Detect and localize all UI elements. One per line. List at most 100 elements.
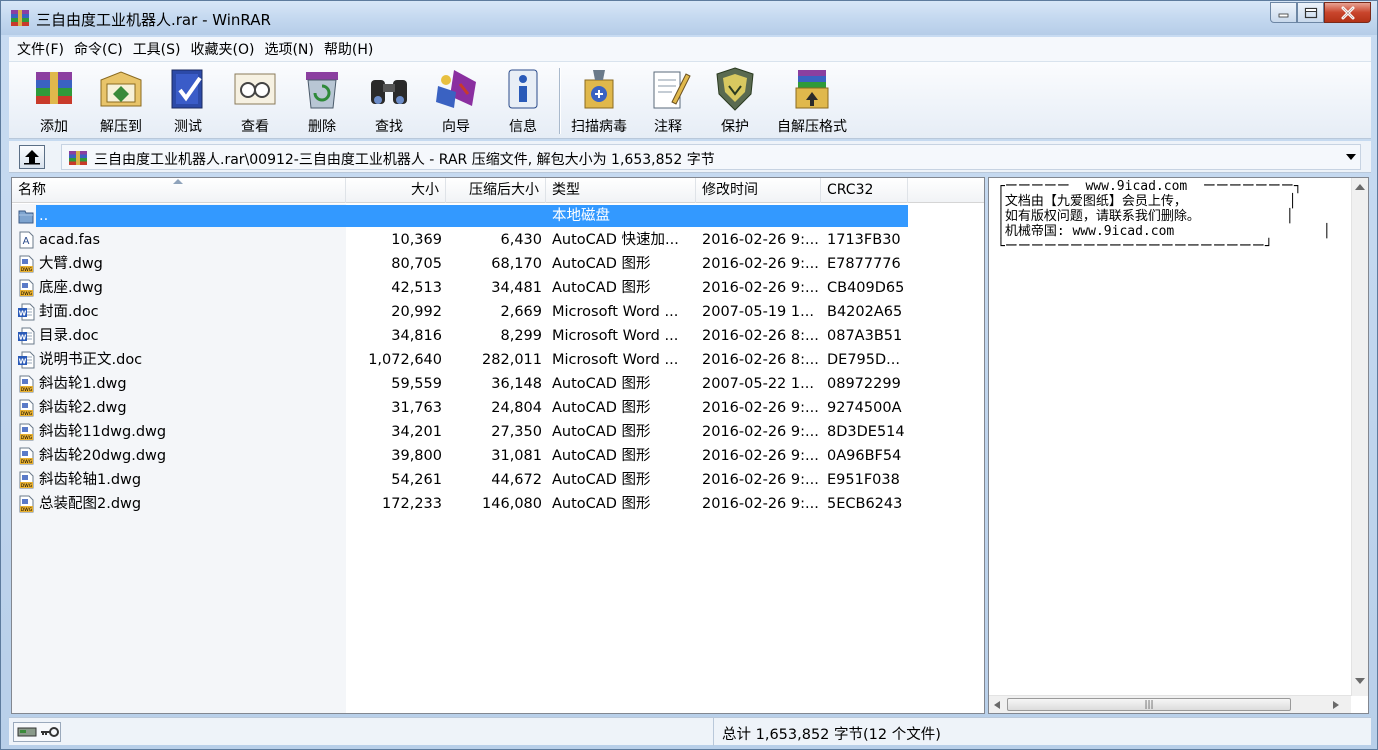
extract-to-button[interactable]: 解压到 — [88, 66, 154, 136]
file-crc: 0A96BF54 — [827, 448, 902, 464]
dwg-file-icon: DWG — [17, 279, 35, 297]
test-button[interactable]: 测试 — [155, 66, 221, 136]
file-row[interactable]: DWG 斜齿轮20dwg.dwg 39,800 31,081 AutoCAD 图形 201… — [12, 444, 984, 468]
winrar-app-icon[interactable] — [10, 9, 30, 27]
file-packed-size — [446, 206, 542, 226]
minimize-icon — [1278, 13, 1288, 17]
file-packed-size: 34,481 — [491, 280, 542, 296]
menu-file[interactable]: 文件(F) — [15, 39, 72, 59]
info-button[interactable]: 信息 — [490, 66, 556, 136]
file-type: AutoCAD 图形 — [552, 448, 651, 464]
comment-line: │文档由【九爱图纸】会员上传， │ — [997, 194, 1297, 209]
doc-file-icon: W — [17, 303, 35, 321]
scroll-down-icon[interactable] — [1355, 678, 1365, 684]
svg-text:DWG: DWG — [21, 411, 33, 417]
find-icon — [371, 80, 407, 104]
path-dropdown-icon[interactable] — [1346, 154, 1356, 160]
col-type[interactable]: 类型 — [546, 178, 696, 203]
file-size: 42,513 — [391, 280, 442, 296]
file-name: 斜齿轮20dwg.dwg — [39, 448, 167, 464]
virus-scan-icon — [584, 70, 614, 109]
path-field[interactable]: 三自由度工业机器人.rar\00912-三自由度工业机器人 - RAR 压缩文件… — [61, 144, 1361, 170]
menu-favorites[interactable]: 收藏夹(O) — [189, 39, 263, 59]
file-row[interactable]: W 说明书正文.doc 1,072,640 282,011 Microsoft Word… — [12, 348, 984, 372]
file-type: AutoCAD 快速加... — [552, 232, 679, 248]
col-packed[interactable]: 压缩后大小 — [446, 178, 546, 203]
file-type: AutoCAD 图形 — [552, 256, 651, 272]
wizard-button[interactable]: 向导 — [423, 66, 489, 136]
file-modified: 2007-05-22 1... — [702, 376, 814, 392]
file-size: 80,705 — [391, 256, 442, 272]
file-crc — [827, 206, 907, 226]
file-row[interactable]: DWG 斜齿轮2.dwg 31,763 24,804 AutoCAD 图形 2016-02… — [12, 396, 984, 420]
file-row[interactable]: DWG 斜齿轮11dwg.dwg 34,201 27,350 AutoCAD 图形 201… — [12, 420, 984, 444]
col-modified[interactable]: 修改时间 — [696, 178, 821, 203]
status-summary: 总计 1,653,852 字节(12 个文件) — [722, 727, 941, 743]
menu-options[interactable]: 选项(N) — [262, 39, 321, 59]
file-name: 斜齿轮1.dwg — [39, 376, 127, 392]
comment-line: ┌ーーーーー www.9icad.com ーーーーーーー┐ — [997, 179, 1302, 194]
file-row[interactable]: DWG 总装配图2.dwg 172,233 146,080 AutoCAD 图形 2016… — [12, 492, 984, 516]
file-size: 20,992 — [391, 304, 442, 320]
file-name: 总装配图2.dwg — [39, 496, 142, 512]
svg-text:DWG: DWG — [21, 507, 33, 513]
svg-text:W: W — [19, 334, 27, 342]
file-size: 10,369 — [391, 232, 442, 248]
sort-ascending-icon — [173, 179, 183, 184]
add-archive-icon — [36, 72, 72, 104]
file-row[interactable]: DWG 斜齿轮1.dwg 59,559 36,148 AutoCAD 图形 2007-05… — [12, 372, 984, 396]
virus-scan-label: 扫描病毒 — [571, 119, 627, 135]
file-name: 斜齿轮2.dwg — [39, 400, 127, 416]
vertical-scrollbar[interactable] — [1351, 178, 1368, 696]
view-button[interactable]: 查看 — [222, 66, 288, 136]
file-type: Microsoft Word ... — [552, 352, 679, 368]
file-row[interactable]: Aacad.fas 10,369 6,430 AutoCAD 快速加... 2016-0… — [12, 228, 984, 252]
view-icon — [234, 73, 276, 105]
file-row[interactable]: DWG 斜齿轮轴1.dwg 54,261 44,672 AutoCAD 图形 2016-0… — [12, 468, 984, 492]
minimize-button[interactable] — [1270, 2, 1297, 23]
file-modified: 2016-02-26 9:... — [702, 280, 819, 296]
col-crc[interactable]: CRC32 — [821, 178, 908, 203]
svg-text:W: W — [19, 358, 27, 366]
window-controls — [1270, 2, 1371, 23]
file-row[interactable]: DWG 底座.dwg 42,513 34,481 AutoCAD 图形 2016-02-2… — [12, 276, 984, 300]
file-modified: 2016-02-26 9:... — [702, 256, 819, 272]
title-bar[interactable]: 三自由度工业机器人.rar - WinRAR — [1, 1, 1377, 35]
file-row[interactable]: DWG 大臂.dwg 80,705 68,170 AutoCAD 图形 2016-02-2… — [12, 252, 984, 276]
menu-tools[interactable]: 工具(S) — [131, 39, 189, 59]
scroll-thumb[interactable]: ||| — [1007, 698, 1291, 711]
menu-help[interactable]: 帮助(H) — [322, 39, 381, 59]
file-name: .. — [39, 208, 49, 224]
comment-line: │如有版权问题，请联系我们删除。 │ — [997, 209, 1294, 224]
file-size: 54,261 — [391, 472, 442, 488]
comment-panel[interactable]: ┌ーーーーー www.9icad.com ーーーーーーー┐ │文档由【九爱图纸】会… — [988, 177, 1369, 714]
scroll-up-icon[interactable] — [1355, 184, 1365, 190]
comment-button[interactable]: 注释 — [635, 66, 701, 136]
file-modified: 2016-02-26 9:... — [702, 232, 819, 248]
add-button[interactable]: 添加 — [21, 66, 87, 136]
col-size[interactable]: 大小 — [346, 178, 446, 203]
file-size: 59,559 — [391, 376, 442, 392]
file-row[interactable]: W 目录.doc 34,816 8,299 Microsoft Word ... 2016… — [12, 324, 984, 348]
up-folder-button[interactable] — [19, 145, 45, 169]
menu-commands[interactable]: 命令(C) — [72, 39, 131, 59]
sfx-button[interactable]: 自解压格式 — [772, 66, 852, 136]
file-size — [346, 206, 442, 226]
file-packed-size: 146,080 — [482, 496, 542, 512]
virus-scan-button[interactable]: 扫描病毒 — [566, 66, 632, 136]
file-type: AutoCAD 图形 — [552, 376, 651, 392]
close-button[interactable] — [1324, 2, 1371, 23]
maximize-icon — [1304, 7, 1317, 18]
status-icons[interactable] — [13, 722, 61, 742]
horizontal-scrollbar[interactable]: ||| — [989, 695, 1351, 713]
delete-button[interactable]: 删除 — [289, 66, 355, 136]
scroll-right-icon[interactable] — [1333, 701, 1339, 709]
scroll-left-icon[interactable] — [994, 701, 1000, 709]
file-crc: 1713FB30 — [827, 232, 901, 248]
test-label: 测试 — [174, 119, 202, 135]
file-row[interactable]: .. 本地磁盘 — [12, 204, 984, 228]
find-button[interactable]: 查找 — [356, 66, 422, 136]
maximize-button[interactable] — [1297, 2, 1324, 23]
protect-button[interactable]: 保护 — [702, 66, 768, 136]
file-row[interactable]: W 封面.doc 20,992 2,669 Microsoft Word ... 2007… — [12, 300, 984, 324]
